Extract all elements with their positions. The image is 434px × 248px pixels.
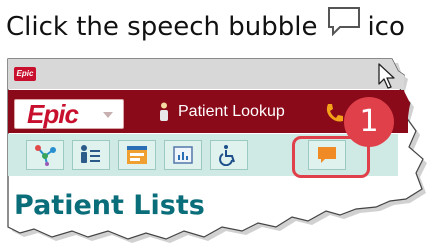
instruction-label: Click the speech bubble bbox=[6, 12, 318, 42]
patient-list-icon bbox=[81, 145, 100, 163]
window-epic-logo: Epic bbox=[14, 67, 36, 81]
epic-menu-button[interactable]: Epic bbox=[14, 99, 124, 129]
window-titlebar: Epic bbox=[8, 60, 395, 90]
step-number-badge: 1 bbox=[344, 97, 394, 147]
chevron-down-icon bbox=[103, 112, 113, 118]
page-title: Patient Lists bbox=[14, 190, 205, 221]
toolbar-network-button[interactable] bbox=[26, 140, 64, 170]
accessibility-icon bbox=[219, 145, 235, 166]
instruction-trailing-text: ico bbox=[367, 12, 405, 42]
toolbar-patient-list-button[interactable] bbox=[72, 140, 110, 170]
phone-icon[interactable] bbox=[324, 102, 344, 124]
toolbar-schedule-button[interactable] bbox=[118, 140, 156, 170]
epic-logo: Epic bbox=[27, 99, 79, 129]
speech-bubble-icon bbox=[327, 6, 361, 37]
toolbar-dashboard-button[interactable] bbox=[164, 140, 202, 170]
mouse-cursor-icon bbox=[378, 63, 395, 89]
network-icon bbox=[35, 145, 56, 166]
toolbar-accessibility-button[interactable] bbox=[210, 140, 248, 170]
schedule-icon bbox=[127, 146, 147, 164]
person-icon bbox=[158, 102, 170, 122]
patient-lookup-label: Patient Lookup bbox=[178, 103, 285, 120]
dashboard-icon bbox=[173, 146, 193, 164]
patient-lookup-button[interactable]: Patient Lookup bbox=[158, 102, 285, 122]
instruction-text: Click the speech bubble ico bbox=[6, 2, 405, 52]
